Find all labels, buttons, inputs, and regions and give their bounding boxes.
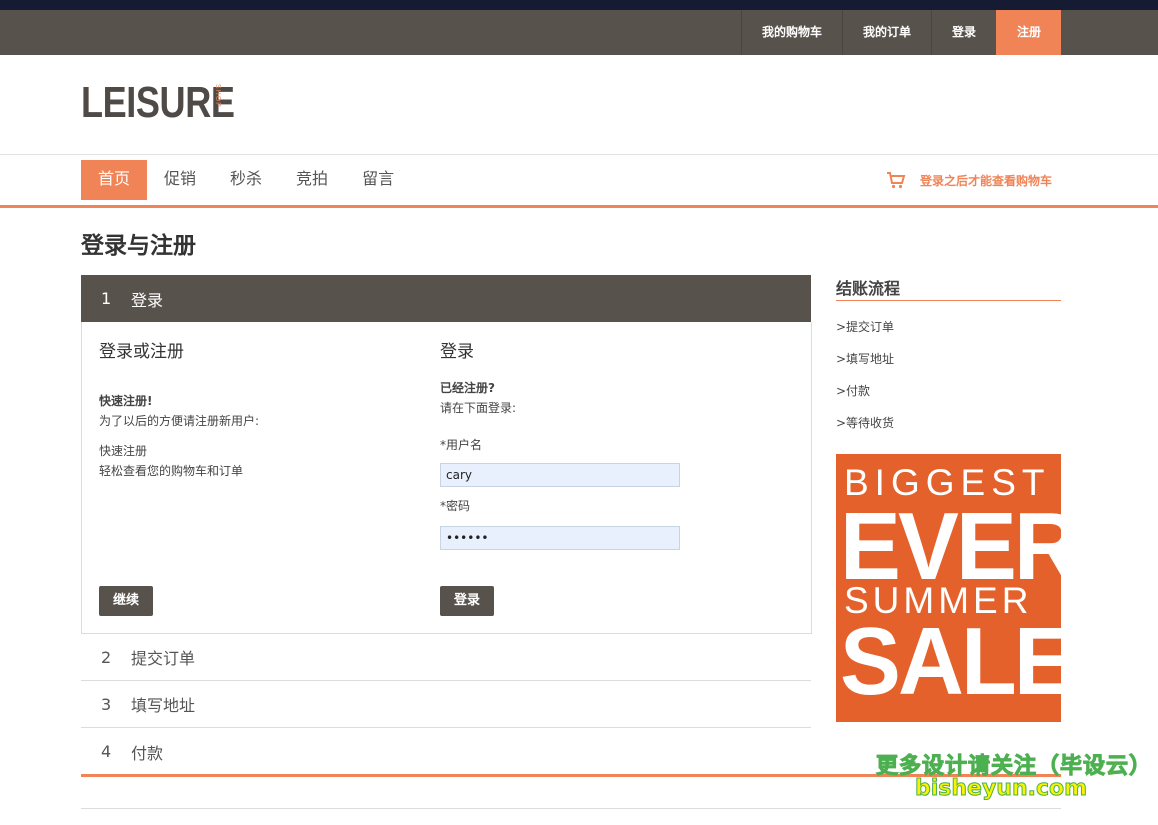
step-label: 填写地址 <box>131 696 196 715</box>
watermark-line-2: bisheyun.com <box>914 776 1088 802</box>
login-heading: 登录 <box>440 342 474 362</box>
sidebar-item-fill-address[interactable]: >填写地址 <box>836 343 1061 375</box>
summer-sale-banner[interactable]: BIGGEST EVER SUMMER SALE <box>836 454 1061 722</box>
login-link[interactable]: 登录 <box>930 10 996 55</box>
nav-auction[interactable]: 竞拍 <box>279 160 345 200</box>
site-logo[interactable]: LEISURE SHOP <box>81 78 268 128</box>
my-orders-link[interactable]: 我的订单 <box>841 10 931 55</box>
register-column: 登录或注册 快速注册! 为了以后的方便请注册新用户: 快速注册 轻松查看您的购物… <box>99 322 419 616</box>
header-divider <box>0 154 1158 155</box>
quick-register-desc: 为了以后的方便请注册新用户: <box>99 414 260 428</box>
cart-notice[interactable]: 登录之后才能查看购物车 <box>886 170 1052 190</box>
checkout-process-sidebar: 结账流程 >提交订单 >填写地址 >付款 >等待收货 <box>836 275 1061 439</box>
register-heading: 登录或注册 <box>99 342 184 362</box>
banner-line-4: SALE <box>840 608 1061 715</box>
step-number: 4 <box>101 742 112 761</box>
step-3-row[interactable]: 3 填写地址 <box>81 681 811 728</box>
step-4-row[interactable]: 4 付款 <box>81 728 811 775</box>
nav-promo[interactable]: 促销 <box>147 160 213 200</box>
step-label: 提交订单 <box>131 649 196 668</box>
username-label: *用户名 <box>440 438 483 452</box>
quick-register-line2: 轻松查看您的购物车和订单 <box>99 464 244 478</box>
footer-divider <box>81 808 1061 809</box>
login-column: 登录 已经注册? 请在下面登录: *用户名 cary *密码 •••••• 登录 <box>440 322 780 616</box>
step-number: 1 <box>101 289 112 308</box>
nav-message[interactable]: 留言 <box>345 160 411 200</box>
logo-subtext: SHOP <box>214 84 221 108</box>
login-panel: 登录或注册 快速注册! 为了以后的方便请注册新用户: 快速注册 轻松查看您的购物… <box>81 322 812 634</box>
nav-home[interactable]: 首页 <box>81 160 148 200</box>
step-number: 3 <box>101 694 112 714</box>
top-bar: 我的购物车 我的订单 登录 注册 <box>0 10 1158 55</box>
username-input[interactable]: cary <box>440 463 680 487</box>
page-title: 登录与注册 <box>81 233 196 259</box>
register-link[interactable]: 注册 <box>995 10 1061 55</box>
continue-button[interactable]: 继续 <box>99 586 154 616</box>
quick-register-title: 快速注册! <box>99 394 153 408</box>
password-label: *密码 <box>440 499 471 513</box>
nav-flash-sale[interactable]: 秒杀 <box>213 160 279 200</box>
quick-register-line1: 快速注册 <box>99 444 148 458</box>
sidebar-item-submit-order[interactable]: >提交订单 <box>836 311 1061 343</box>
checkout-steps-list: >提交订单 >填写地址 >付款 >等待收货 <box>836 311 1061 439</box>
cart-notice-text: 登录之后才能查看购物车 <box>920 173 1053 188</box>
step-label: 付款 <box>131 743 164 763</box>
password-input[interactable]: •••••• <box>440 526 680 550</box>
top-nav: 我的购物车 我的订单 登录 注册 <box>740 10 1061 55</box>
sidebar-title: 结账流程 <box>836 275 1061 301</box>
login-button[interactable]: 登录 <box>440 586 495 616</box>
sidebar-item-pay[interactable]: >付款 <box>836 375 1061 407</box>
my-cart-link[interactable]: 我的购物车 <box>740 10 842 55</box>
step-label: 登录 <box>131 290 164 310</box>
sidebar-item-await-delivery[interactable]: >等待收货 <box>836 407 1061 439</box>
step-number: 2 <box>101 647 112 667</box>
top-strip <box>0 0 1158 10</box>
nav-underline <box>0 205 1158 208</box>
cart-icon <box>887 172 906 189</box>
registered-desc: 请在下面登录: <box>440 401 517 415</box>
registered-title: 已经注册? <box>440 381 495 395</box>
step-2-row[interactable]: 2 提交订单 <box>81 634 811 681</box>
step-1-header[interactable]: 1 登录 <box>81 275 811 322</box>
logo-text: LEISURE <box>81 78 235 127</box>
main-nav: 首页 促销 秒杀 竞拍 留言 <box>81 160 411 200</box>
